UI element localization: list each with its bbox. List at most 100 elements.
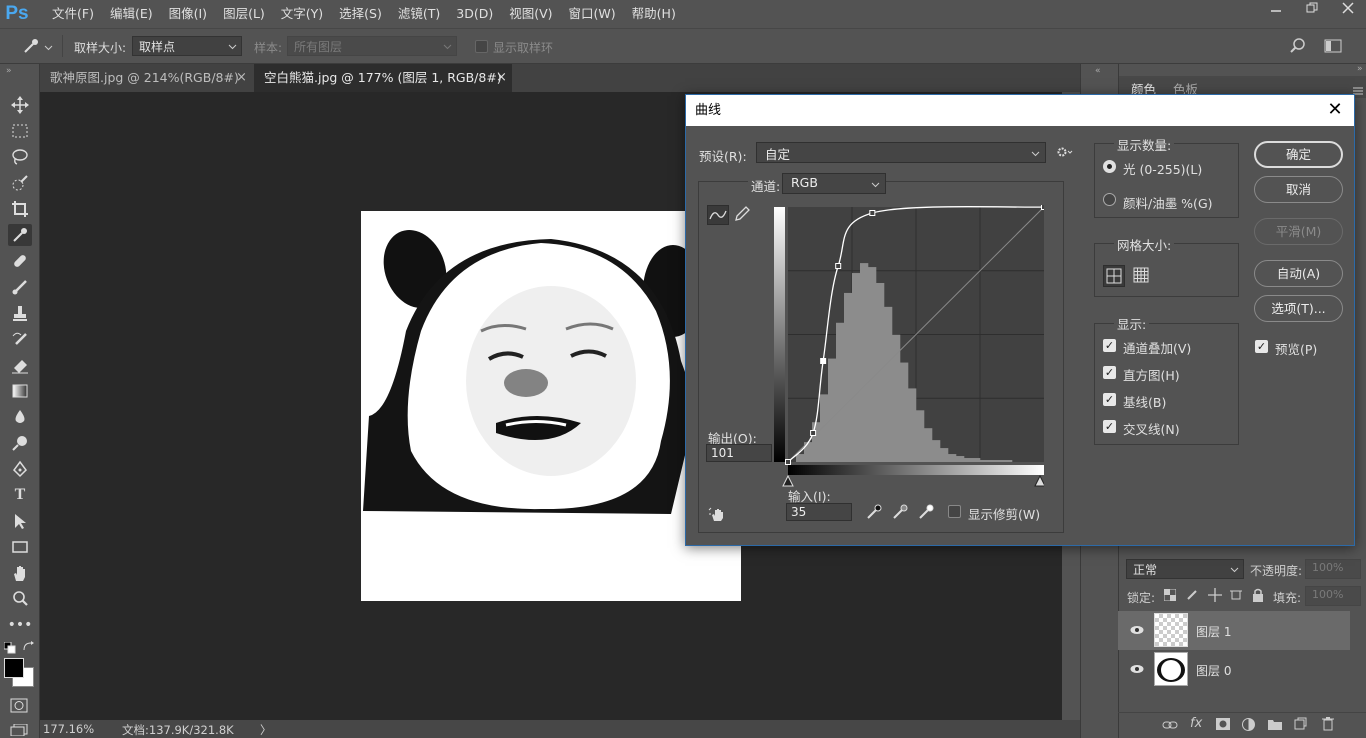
foreground-color-swatch[interactable] — [4, 658, 24, 678]
white-point-eyedropper-icon[interactable] — [918, 504, 934, 523]
tab-document-1[interactable]: 歌神原图.jpg @ 214%(RGB/8#) * — [40, 64, 252, 113]
restore-icon[interactable] — [1294, 0, 1330, 22]
sample-size-select[interactable]: 取样点 — [132, 36, 242, 56]
preview-checkbox[interactable]: ✓ — [1255, 340, 1268, 353]
curve-control-point[interactable] — [869, 210, 876, 216]
targeted-adjustment-hand-icon[interactable] — [708, 506, 728, 525]
blur-tool-icon[interactable] — [8, 406, 32, 428]
menu-layer[interactable]: 图层(L) — [215, 0, 273, 28]
crop-tool-icon[interactable] — [8, 198, 32, 220]
black-point-slider[interactable] — [782, 474, 794, 487]
cancel-button[interactable]: 取消 — [1254, 176, 1343, 203]
minimize-icon[interactable] — [1258, 0, 1294, 22]
lasso-tool-icon[interactable] — [8, 146, 32, 168]
layer-row-0[interactable]: 图层 0 — [1118, 650, 1350, 689]
screen-mode-icon[interactable] — [10, 723, 28, 738]
channel-select[interactable]: RGB — [782, 173, 886, 194]
collapse-dock-icon[interactable]: « — [1095, 66, 1101, 76]
default-colors-icon[interactable] — [3, 641, 16, 657]
history-brush-tool-icon[interactable] — [8, 328, 32, 350]
tab-1-close-icon[interactable]: × — [236, 70, 247, 85]
simple-grid-icon[interactable] — [1103, 265, 1125, 287]
visibility-eye-icon[interactable] — [1130, 663, 1144, 677]
quick-select-tool-icon[interactable] — [8, 172, 32, 194]
menu-filter[interactable]: 滤镜(T) — [390, 0, 448, 28]
auto-button[interactable]: 自动(A) — [1254, 260, 1343, 287]
channel-overlays-checkbox[interactable]: ✓ — [1103, 339, 1116, 352]
curve-control-point[interactable] — [785, 459, 791, 465]
fill-input[interactable]: 100% — [1305, 586, 1361, 606]
menu-file[interactable]: 文件(F) — [44, 0, 102, 28]
collapse-toolbar-icon[interactable]: » — [6, 66, 12, 76]
preset-select[interactable]: 自定 — [756, 142, 1046, 163]
search-icon[interactable] — [1290, 38, 1306, 57]
quick-mask-icon[interactable] — [10, 698, 28, 717]
adjustment-layer-icon[interactable] — [1242, 718, 1255, 734]
light-radio[interactable] — [1103, 160, 1116, 173]
new-layer-icon[interactable] — [1294, 717, 1307, 733]
menu-select[interactable]: 选择(S) — [331, 0, 390, 28]
menu-edit[interactable]: 编辑(E) — [102, 0, 161, 28]
lock-all-icon[interactable] — [1252, 588, 1264, 605]
tab-document-2[interactable]: 空白熊猫.jpg @ 177% (图层 1, RGB/8#) * — [254, 64, 512, 113]
intersection-line-checkbox[interactable]: ✓ — [1103, 420, 1116, 433]
lock-artboard-icon[interactable] — [1230, 589, 1242, 604]
status-menu-arrow[interactable]: 〉 — [260, 722, 272, 738]
link-layers-icon[interactable] — [1162, 719, 1178, 734]
brush-tool-icon[interactable] — [8, 276, 32, 298]
pencil-mode-icon[interactable] — [733, 205, 753, 225]
workspace-icon[interactable] — [1324, 38, 1344, 57]
visibility-eye-icon[interactable] — [1130, 624, 1144, 638]
ok-button[interactable]: 确定 — [1254, 141, 1343, 168]
eyedropper-icon[interactable] — [22, 37, 40, 58]
layer-style-icon[interactable]: fx — [1190, 716, 1202, 731]
window-close-icon[interactable] — [1330, 0, 1366, 22]
preset-options-gear-icon[interactable] — [1057, 146, 1073, 161]
type-tool-icon[interactable]: T — [8, 484, 32, 506]
new-group-icon[interactable] — [1268, 718, 1282, 733]
curve-point-mode-icon[interactable] — [707, 205, 729, 225]
path-select-tool-icon[interactable] — [8, 510, 32, 532]
rectangle-tool-icon[interactable] — [8, 536, 32, 558]
add-mask-icon[interactable] — [1216, 718, 1230, 733]
delete-layer-icon[interactable] — [1322, 717, 1334, 734]
blend-mode-select[interactable]: 正常 — [1126, 559, 1244, 579]
hand-tool-icon[interactable] — [8, 562, 32, 584]
tool-preset-chevron-icon[interactable] — [44, 41, 53, 55]
opacity-input[interactable]: 100% — [1305, 559, 1361, 579]
eyedropper-tool-icon[interactable] — [8, 224, 32, 246]
pen-tool-icon[interactable] — [8, 458, 32, 480]
lock-transparent-icon[interactable] — [1163, 588, 1177, 604]
curves-graph[interactable] — [772, 205, 1044, 487]
swap-colors-icon[interactable] — [22, 641, 34, 656]
dialog-close-icon[interactable]: ✕ — [1324, 99, 1346, 121]
more-tools-icon[interactable]: ••• — [8, 614, 33, 636]
lock-pixels-icon[interactable] — [1186, 589, 1198, 604]
menu-help[interactable]: 帮助(H) — [624, 0, 684, 28]
detailed-grid-icon[interactable] — [1131, 265, 1153, 287]
pigment-radio[interactable] — [1103, 193, 1116, 206]
black-point-eyedropper-icon[interactable] — [866, 504, 882, 523]
white-point-slider[interactable] — [1034, 474, 1044, 487]
curve-control-point[interactable] — [1041, 205, 1045, 210]
move-tool-icon[interactable] — [8, 94, 32, 116]
zoom-tool-icon[interactable] — [8, 588, 32, 610]
curve-control-point[interactable] — [810, 430, 817, 436]
stamp-tool-icon[interactable] — [8, 302, 32, 324]
menu-3d[interactable]: 3D(D) — [448, 0, 501, 28]
menu-type[interactable]: 文字(Y) — [273, 0, 331, 28]
dodge-tool-icon[interactable] — [8, 432, 32, 454]
menu-view[interactable]: 视图(V) — [501, 0, 560, 28]
marquee-tool-icon[interactable] — [8, 120, 32, 142]
menu-window[interactable]: 窗口(W) — [561, 0, 624, 28]
healing-brush-tool-icon[interactable] — [8, 250, 32, 272]
tab-2-close-icon[interactable]: × — [496, 70, 507, 85]
curve-control-point[interactable] — [820, 358, 827, 364]
gray-point-eyedropper-icon[interactable] — [892, 504, 908, 523]
show-clipping-checkbox[interactable] — [948, 505, 961, 518]
eraser-tool-icon[interactable] — [8, 354, 32, 376]
menu-image[interactable]: 图像(I) — [161, 0, 215, 28]
output-input[interactable]: 101 — [706, 444, 772, 462]
gradient-tool-icon[interactable] — [8, 380, 32, 402]
lock-position-icon[interactable] — [1208, 588, 1222, 605]
